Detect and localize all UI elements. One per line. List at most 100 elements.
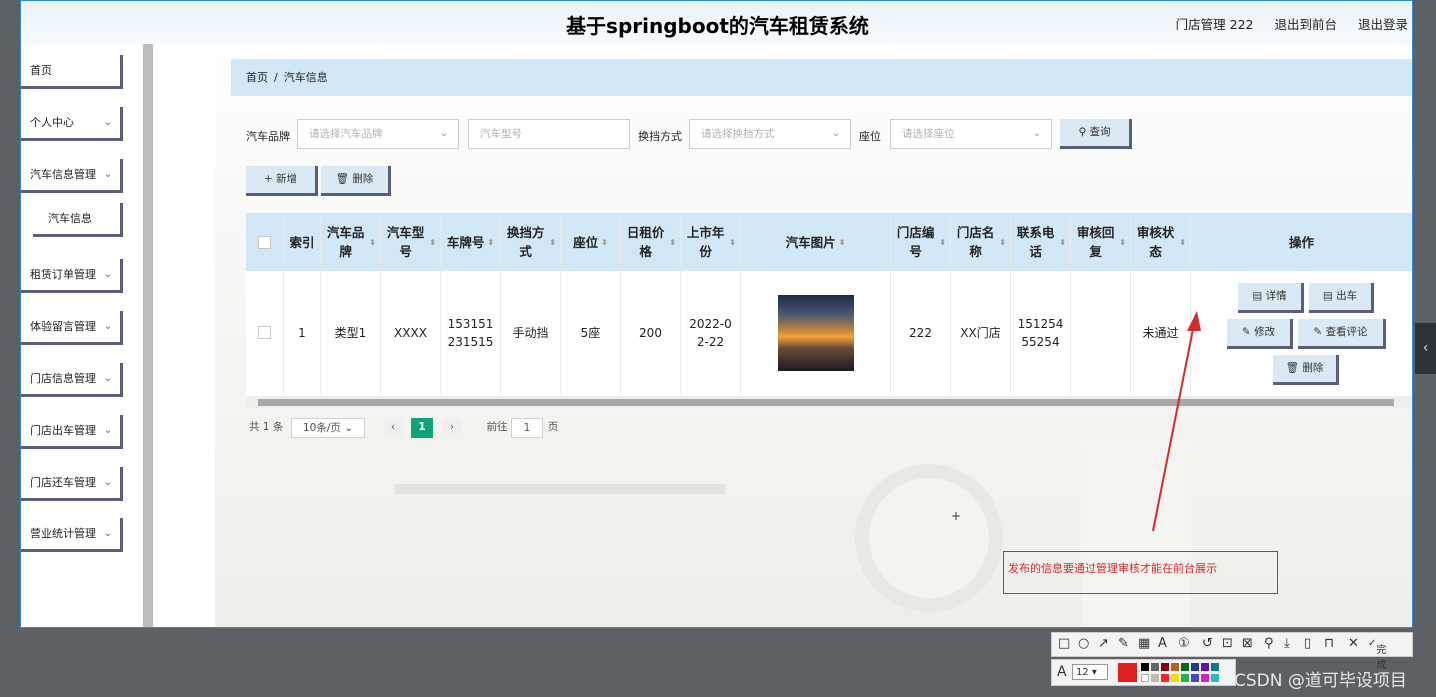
detail-button[interactable]: ▤ 详情 xyxy=(1238,283,1304,313)
color-swatch[interactable] xyxy=(1171,674,1179,682)
color-swatch[interactable] xyxy=(1161,674,1169,682)
sidebar-item-store-return[interactable]: 门店还车管理 ⌄ xyxy=(21,467,123,501)
color-swatch[interactable] xyxy=(1151,663,1159,671)
rectangle-tool-icon[interactable]: □ xyxy=(1058,636,1070,651)
plus-icon: + xyxy=(263,173,277,185)
phone-icon[interactable]: ▯ xyxy=(1304,636,1311,651)
col-image[interactable]: 汽车图片 ⬍ xyxy=(741,213,891,271)
sort-icon: ⬍ xyxy=(429,237,436,247)
dispatch-button[interactable]: ▤ 出车 xyxy=(1309,283,1374,313)
view-reviews-button[interactable]: ✎ 查看评论 xyxy=(1298,319,1386,349)
color-swatch[interactable] xyxy=(1141,663,1149,671)
brand-select[interactable]: 请选择汽车品牌 ⌄ xyxy=(297,119,459,149)
edit-button[interactable]: ✎ 修改 xyxy=(1227,319,1293,349)
col-seat[interactable]: 座位 ⬍ xyxy=(561,213,621,271)
back-to-front-link[interactable]: 退出到前台 xyxy=(1274,17,1337,32)
color-swatch[interactable] xyxy=(1151,674,1159,682)
car-image[interactable] xyxy=(777,294,854,371)
color-swatch[interactable] xyxy=(1171,663,1179,671)
sidebar-scrollbar[interactable] xyxy=(143,44,153,627)
sidebar-item-profile[interactable]: 个人中心 ⌄ xyxy=(21,107,123,141)
table-horizontal-scrollbar[interactable] xyxy=(246,396,1412,408)
edit-icon: ✎ xyxy=(1241,326,1255,338)
app-window: 基于springboot的汽车租赁系统 门店管理 222 退出到前台 退出登录 … xyxy=(20,0,1413,628)
col-plate[interactable]: 车牌号 ⬍ xyxy=(441,213,501,271)
number-tool-icon[interactable]: ① xyxy=(1178,636,1190,651)
download-icon[interactable]: ⤓ xyxy=(1284,636,1290,651)
sort-icon: ⬍ xyxy=(601,237,608,247)
sidebar-item-store-info[interactable]: 门店信息管理 ⌄ xyxy=(21,363,123,397)
gear-select[interactable]: 请选择换挡方式 ⌄ xyxy=(689,119,851,149)
page-size-select[interactable]: 10条/页 ⌄ xyxy=(291,418,365,438)
sidebar-item-stats[interactable]: 营业统计管理 ⌄ xyxy=(21,518,123,552)
color-swatch[interactable] xyxy=(1211,674,1219,682)
color-swatch[interactable] xyxy=(1141,674,1149,682)
col-status[interactable]: 审核状态 ⬍ xyxy=(1131,213,1191,271)
pin-icon[interactable]: ⚲ xyxy=(1264,636,1274,651)
ocr-icon[interactable]: ⊡ xyxy=(1222,636,1233,651)
col-price[interactable]: 日租价格 ⬍ xyxy=(621,213,681,271)
add-button[interactable]: + 新增 xyxy=(246,166,318,196)
text-tool-icon[interactable]: A xyxy=(1158,636,1167,651)
col-year[interactable]: 上市年份 ⬍ xyxy=(681,213,741,271)
goto-page-input[interactable]: 1 xyxy=(511,418,543,438)
sidebar-item-car-info[interactable]: 汽车信息 xyxy=(33,203,123,237)
undo-icon[interactable]: ↺ xyxy=(1202,636,1213,651)
sidebar-item-store-out[interactable]: 门店出车管理 ⌄ xyxy=(21,415,123,449)
col-gear[interactable]: 换挡方式 ⬍ xyxy=(501,213,561,271)
search-icon: ⚲ xyxy=(1078,126,1090,138)
cell-store-no: 222 xyxy=(891,271,951,394)
main-content: 首页 / 汽车信息 汽车品牌 请选择汽车品牌 ⌄ 汽车型号 换挡方式 请选择换挡方式 ⌄… xyxy=(215,44,1412,627)
pen-tool-icon[interactable]: ✎ xyxy=(1118,636,1129,651)
col-store-name[interactable]: 门店名称 ⬍ xyxy=(951,213,1011,271)
arrow-tool-icon[interactable]: ↗ xyxy=(1098,636,1109,651)
next-page-button[interactable]: › xyxy=(442,418,462,438)
color-swatch[interactable] xyxy=(1211,663,1219,671)
color-swatch[interactable] xyxy=(1201,663,1209,671)
annotation-box: 发布的信息要通过管理审核才能在前台展示 xyxy=(1003,551,1278,594)
row-checkbox[interactable] xyxy=(246,271,284,394)
color-swatch[interactable] xyxy=(1181,674,1189,682)
color-swatch[interactable] xyxy=(1201,674,1209,682)
sidebar-item-car-info-mgmt[interactable]: 汽车信息管理 ⌄ xyxy=(21,159,123,193)
page-1-button[interactable]: 1 xyxy=(411,418,433,438)
close-icon[interactable]: ✕ xyxy=(1348,636,1359,651)
sidebar: 首页 个人中心 ⌄ 汽车信息管理 ⌄ 汽车信息 租赁订单管理 ⌄ 体验留言管理 ⌄ 门店… xyxy=(21,44,147,627)
prev-page-button[interactable]: ‹ xyxy=(383,418,403,438)
select-all-checkbox[interactable] xyxy=(246,213,284,271)
col-store-no[interactable]: 门店编号 ⬍ xyxy=(891,213,951,271)
delete-button[interactable]: 🗑 删除 xyxy=(1273,355,1339,385)
col-reply[interactable]: 审核回复 ⬍ xyxy=(1071,213,1131,271)
ellipse-tool-icon[interactable]: ○ xyxy=(1078,636,1089,651)
model-input[interactable]: 汽车型号 xyxy=(468,119,630,149)
breadcrumb-home[interactable]: 首页 xyxy=(246,71,268,84)
font-size-select[interactable]: 12 ▾ xyxy=(1072,664,1108,680)
chevron-down-icon: ⌄ xyxy=(103,477,112,488)
chevron-down-icon: ⌄ xyxy=(103,373,112,384)
mosaic-tool-icon[interactable]: ▦ xyxy=(1138,636,1150,651)
cell-phone: 15125455254 xyxy=(1011,271,1071,394)
breadcrumb-current: 汽车信息 xyxy=(283,71,328,84)
color-swatch[interactable] xyxy=(1181,663,1189,671)
col-phone[interactable]: 联系电话 ⬍ xyxy=(1011,213,1071,271)
batch-delete-button[interactable]: 🗑 删除 xyxy=(321,166,391,196)
color-swatch[interactable] xyxy=(1161,663,1169,671)
search-button[interactable]: ⚲ 查询 xyxy=(1060,119,1132,149)
bookmark-icon[interactable]: ⊓ xyxy=(1324,636,1334,651)
current-color-swatch[interactable] xyxy=(1118,663,1137,682)
logout-link[interactable]: 退出登录 xyxy=(1358,17,1408,32)
seat-select[interactable]: 请选择座位 ⌄ xyxy=(890,119,1052,149)
sidebar-item-rental-orders[interactable]: 租赁订单管理 ⌄ xyxy=(21,259,123,293)
translate-icon[interactable]: ⊠ xyxy=(1242,636,1253,651)
col-brand[interactable]: 汽车品牌 ⬍ xyxy=(321,213,381,271)
color-swatch[interactable] xyxy=(1191,663,1199,671)
sidebar-item-home[interactable]: 首页 xyxy=(21,55,123,89)
color-swatch[interactable] xyxy=(1191,674,1199,682)
sidebar-item-messages[interactable]: 体验留言管理 ⌄ xyxy=(21,311,123,345)
finish-button[interactable]: ✓ 完成 xyxy=(1368,638,1386,671)
sort-icon: ⬍ xyxy=(838,237,846,247)
document-icon: ▤ xyxy=(1252,290,1266,302)
cell-reply xyxy=(1071,271,1131,394)
col-model[interactable]: 汽车型号 ⬍ xyxy=(381,213,441,271)
collapse-panel-button[interactable]: ‹ xyxy=(1415,323,1436,374)
